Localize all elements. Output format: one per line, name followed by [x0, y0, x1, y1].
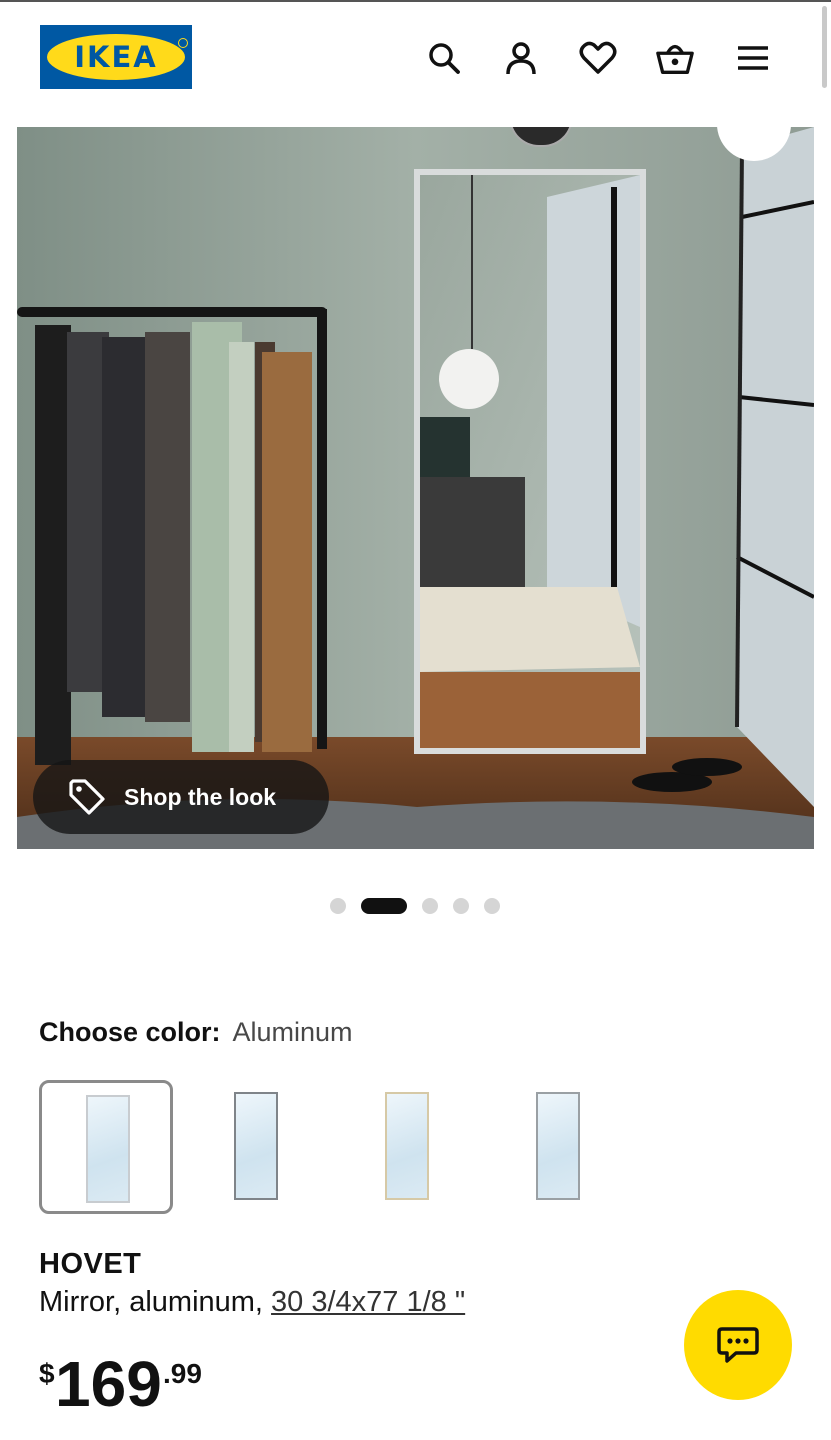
- chat-icon: [717, 1327, 759, 1363]
- shop-the-look-label: Shop the look: [124, 783, 277, 810]
- price-integer: 169: [55, 1348, 162, 1420]
- color-chooser-heading: Choose color: Aluminum: [39, 1017, 353, 1048]
- color-swatch-3[interactable]: [341, 1080, 475, 1214]
- price-currency: $: [39, 1358, 55, 1389]
- product-description-text: Mirror, aluminum,: [39, 1286, 272, 1318]
- chat-button[interactable]: [684, 1290, 792, 1400]
- logo-text: IKEA: [74, 40, 158, 74]
- site-header: IKEA: [0, 2, 831, 112]
- basket-icon[interactable]: [655, 38, 695, 78]
- color-swatch-aluminum[interactable]: [39, 1080, 173, 1214]
- ikea-logo[interactable]: IKEA: [40, 25, 192, 89]
- logo-ellipse: IKEA: [47, 34, 185, 80]
- product-image-carousel[interactable]: Shop the look: [17, 127, 814, 849]
- selected-color-value: Aluminum: [232, 1017, 353, 1047]
- product-photo: [17, 127, 814, 849]
- color-swatch-4[interactable]: [492, 1080, 626, 1214]
- price-decimal: .99: [163, 1358, 202, 1389]
- carousel-dot-1[interactable]: [330, 898, 346, 914]
- menu-icon[interactable]: [733, 38, 773, 78]
- carousel-dot-5[interactable]: [484, 898, 500, 914]
- tag-icon: [69, 779, 105, 815]
- mirror-thumbnail: [385, 1092, 429, 1200]
- carousel-dot-4[interactable]: [453, 898, 469, 914]
- product-name: HOVET: [39, 1248, 142, 1280]
- shop-the-look-button[interactable]: Shop the look: [33, 760, 329, 834]
- carousel-dot-2-active[interactable]: [361, 898, 407, 914]
- color-swatch-2[interactable]: [190, 1080, 324, 1214]
- choose-color-label: Choose color:: [39, 1017, 221, 1047]
- carousel-dot-3[interactable]: [422, 898, 438, 914]
- heart-icon[interactable]: [578, 38, 618, 78]
- product-description: Mirror, aluminum, 30 3/4x77 1/8 ": [39, 1286, 465, 1319]
- search-icon[interactable]: [424, 38, 464, 78]
- mirror-thumbnail: [234, 1092, 278, 1200]
- mirror-thumbnail: [536, 1092, 580, 1200]
- registered-mark: [178, 38, 188, 48]
- product-size-link[interactable]: 30 3/4x77 1/8 ": [271, 1286, 465, 1318]
- mirror-thumbnail: [86, 1095, 130, 1203]
- carousel-pagination: [0, 897, 831, 915]
- account-icon[interactable]: [501, 38, 541, 78]
